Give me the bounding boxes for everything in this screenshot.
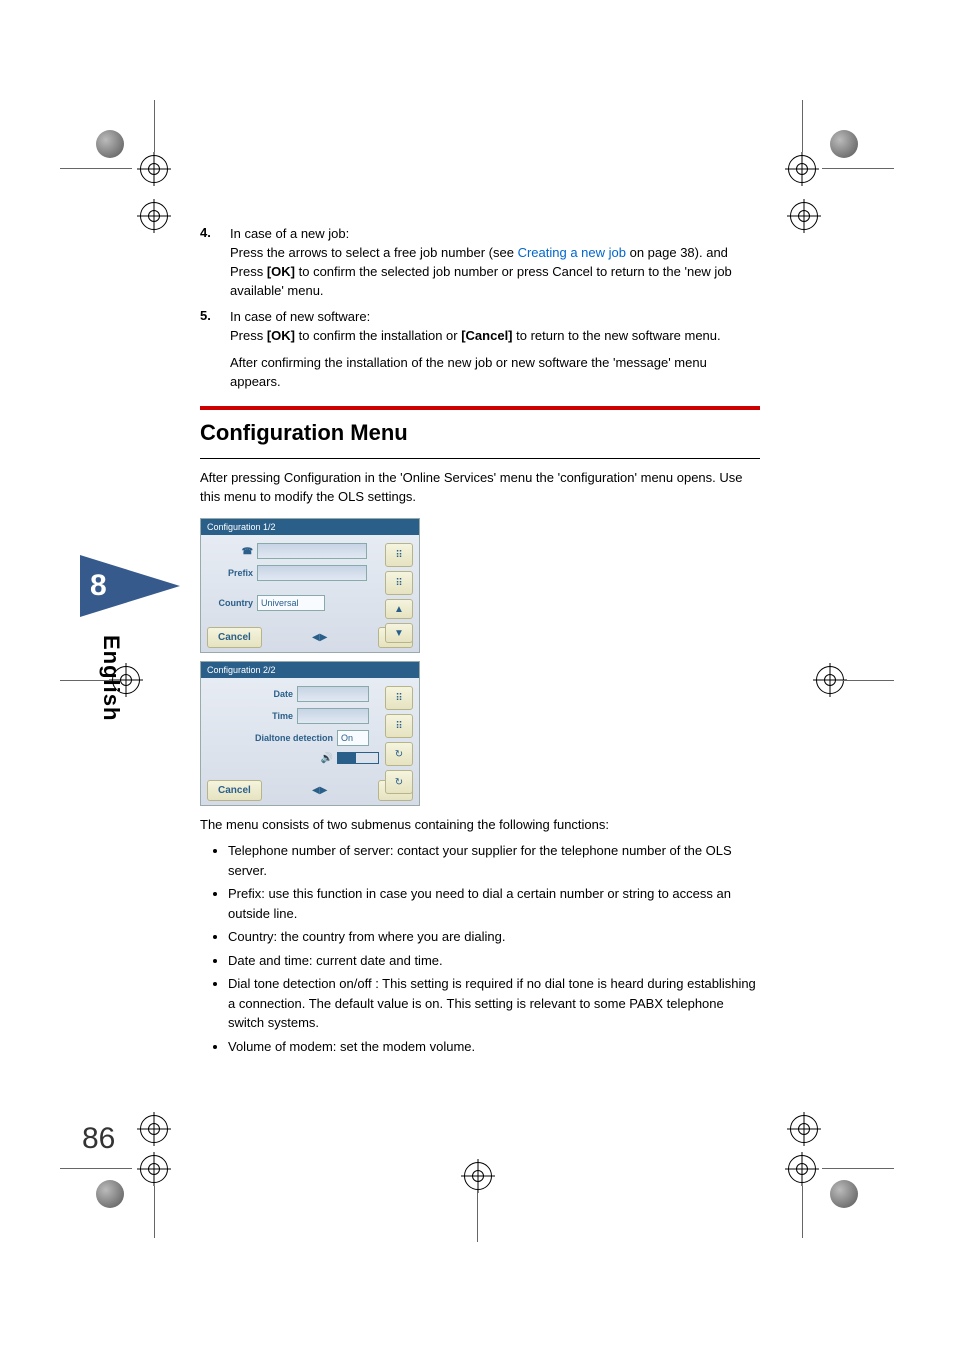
crop-line	[154, 1186, 155, 1238]
time-input[interactable]	[297, 708, 369, 724]
page-number: 86	[82, 1122, 115, 1156]
link-creating-new-job[interactable]: Creating a new job	[518, 245, 626, 260]
step-4: 4. In case of a new job: Press the arrow…	[200, 225, 760, 300]
down-arrow-button[interactable]: ▼	[385, 623, 413, 643]
dialtone-toggle[interactable]: On	[337, 730, 369, 746]
step-line: In case of a new job:	[230, 225, 760, 244]
step-5: 5. In case of new software: Press [OK] t…	[200, 308, 760, 391]
step-line: Press the arrows to select a free job nu…	[230, 244, 760, 263]
crop-sphere	[830, 1180, 858, 1208]
cancel-button[interactable]: Cancel	[207, 780, 262, 801]
crop-line	[60, 168, 132, 169]
submenu-intro: The menu consists of two submenus contai…	[200, 816, 760, 835]
crop-sphere	[96, 130, 124, 158]
crop-line	[842, 680, 894, 681]
bullet-item: Volume of modem: set the modem volume.	[228, 1037, 760, 1057]
language-label: English	[98, 635, 124, 721]
phone-input[interactable]	[257, 543, 367, 559]
nav-arrows-icon[interactable]: ◀▶	[312, 785, 327, 796]
registration-mark	[140, 1155, 168, 1183]
registration-mark	[788, 1155, 816, 1183]
content-area: 4. In case of a new job: Press the arrow…	[200, 225, 760, 1060]
screenshot-title: Configuration 2/2	[201, 662, 419, 678]
chapter-tab: 8	[80, 555, 170, 625]
crop-line	[60, 1168, 132, 1169]
crop-line	[154, 100, 155, 152]
screenshot-config-1: Configuration 1/2 ⠿ ⠿ ▲ ▼ ☎ Prefix Cou	[200, 518, 420, 653]
step-number: 4.	[200, 225, 230, 300]
country-dropdown[interactable]: Universal	[257, 595, 325, 611]
up-arrow-button[interactable]: ▲	[385, 599, 413, 619]
step-line: Press [OK] to confirm the selected job n…	[230, 263, 760, 301]
step-number: 5.	[200, 308, 230, 391]
crop-line	[802, 1186, 803, 1238]
country-label: Country	[207, 598, 257, 608]
prefix-input[interactable]	[257, 565, 367, 581]
volume-slider[interactable]	[337, 752, 379, 764]
step-body: In case of a new job: Press the arrows t…	[230, 225, 760, 300]
bullet-list: Telephone number of server: contact your…	[228, 841, 760, 1056]
bullet-item: Telephone number of server: contact your…	[228, 841, 760, 880]
screenshot-config-2: Configuration 2/2 ⠿ ⠿ ↻ ↻ Date Time Di	[200, 661, 420, 806]
registration-mark	[788, 155, 816, 183]
crop-line	[477, 1190, 478, 1242]
keypad-icon[interactable]: ⠿	[385, 543, 413, 567]
crop-line	[822, 168, 894, 169]
page: 8 English 86 4. In case of a new job: Pr…	[0, 0, 954, 1350]
screenshot-title: Configuration 1/2	[201, 519, 419, 535]
keypad-icon[interactable]: ⠿	[385, 571, 413, 595]
step-line: Press [OK] to confirm the installation o…	[230, 327, 760, 346]
bullet-item: Country: the country from where you are …	[228, 927, 760, 947]
chapter-number: 8	[80, 555, 180, 617]
bullet-item: Date and time: current date and time.	[228, 951, 760, 971]
registration-mark	[140, 202, 168, 230]
crop-sphere	[96, 1180, 124, 1208]
section-separator	[200, 406, 760, 410]
registration-mark	[140, 155, 168, 183]
registration-mark	[790, 202, 818, 230]
bullet-item: Dial tone detection on/off : This settin…	[228, 974, 760, 1033]
keypad-icon[interactable]: ⠿	[385, 714, 413, 738]
section-heading: Configuration Menu	[200, 420, 760, 446]
refresh-icon[interactable]: ↻	[385, 770, 413, 794]
step-body: In case of new software: Press [OK] to c…	[230, 308, 760, 391]
refresh-icon[interactable]: ↻	[385, 742, 413, 766]
crop-line	[802, 100, 803, 152]
time-label: Time	[207, 711, 297, 721]
crop-sphere	[830, 130, 858, 158]
cancel-button[interactable]: Cancel	[207, 627, 262, 648]
dialtone-label: Dialtone detection	[207, 733, 337, 743]
registration-mark	[464, 1162, 492, 1190]
step-line: After confirming the installation of the…	[230, 354, 760, 392]
nav-arrows-icon[interactable]: ◀▶	[312, 632, 327, 643]
phone-icon: ☎	[207, 546, 257, 557]
thin-separator	[200, 458, 760, 459]
intro-paragraph: After pressing Configuration in the 'Onl…	[200, 469, 760, 507]
volume-icon: 🔊	[321, 753, 333, 764]
registration-mark	[816, 666, 844, 694]
prefix-label: Prefix	[207, 568, 257, 578]
registration-mark	[790, 1115, 818, 1143]
bullet-item: Prefix: use this function in case you ne…	[228, 884, 760, 923]
crop-line	[822, 1168, 894, 1169]
step-line: In case of new software:	[230, 308, 760, 327]
date-label: Date	[207, 689, 297, 699]
keypad-icon[interactable]: ⠿	[385, 686, 413, 710]
date-input[interactable]	[297, 686, 369, 702]
registration-mark	[140, 1115, 168, 1143]
